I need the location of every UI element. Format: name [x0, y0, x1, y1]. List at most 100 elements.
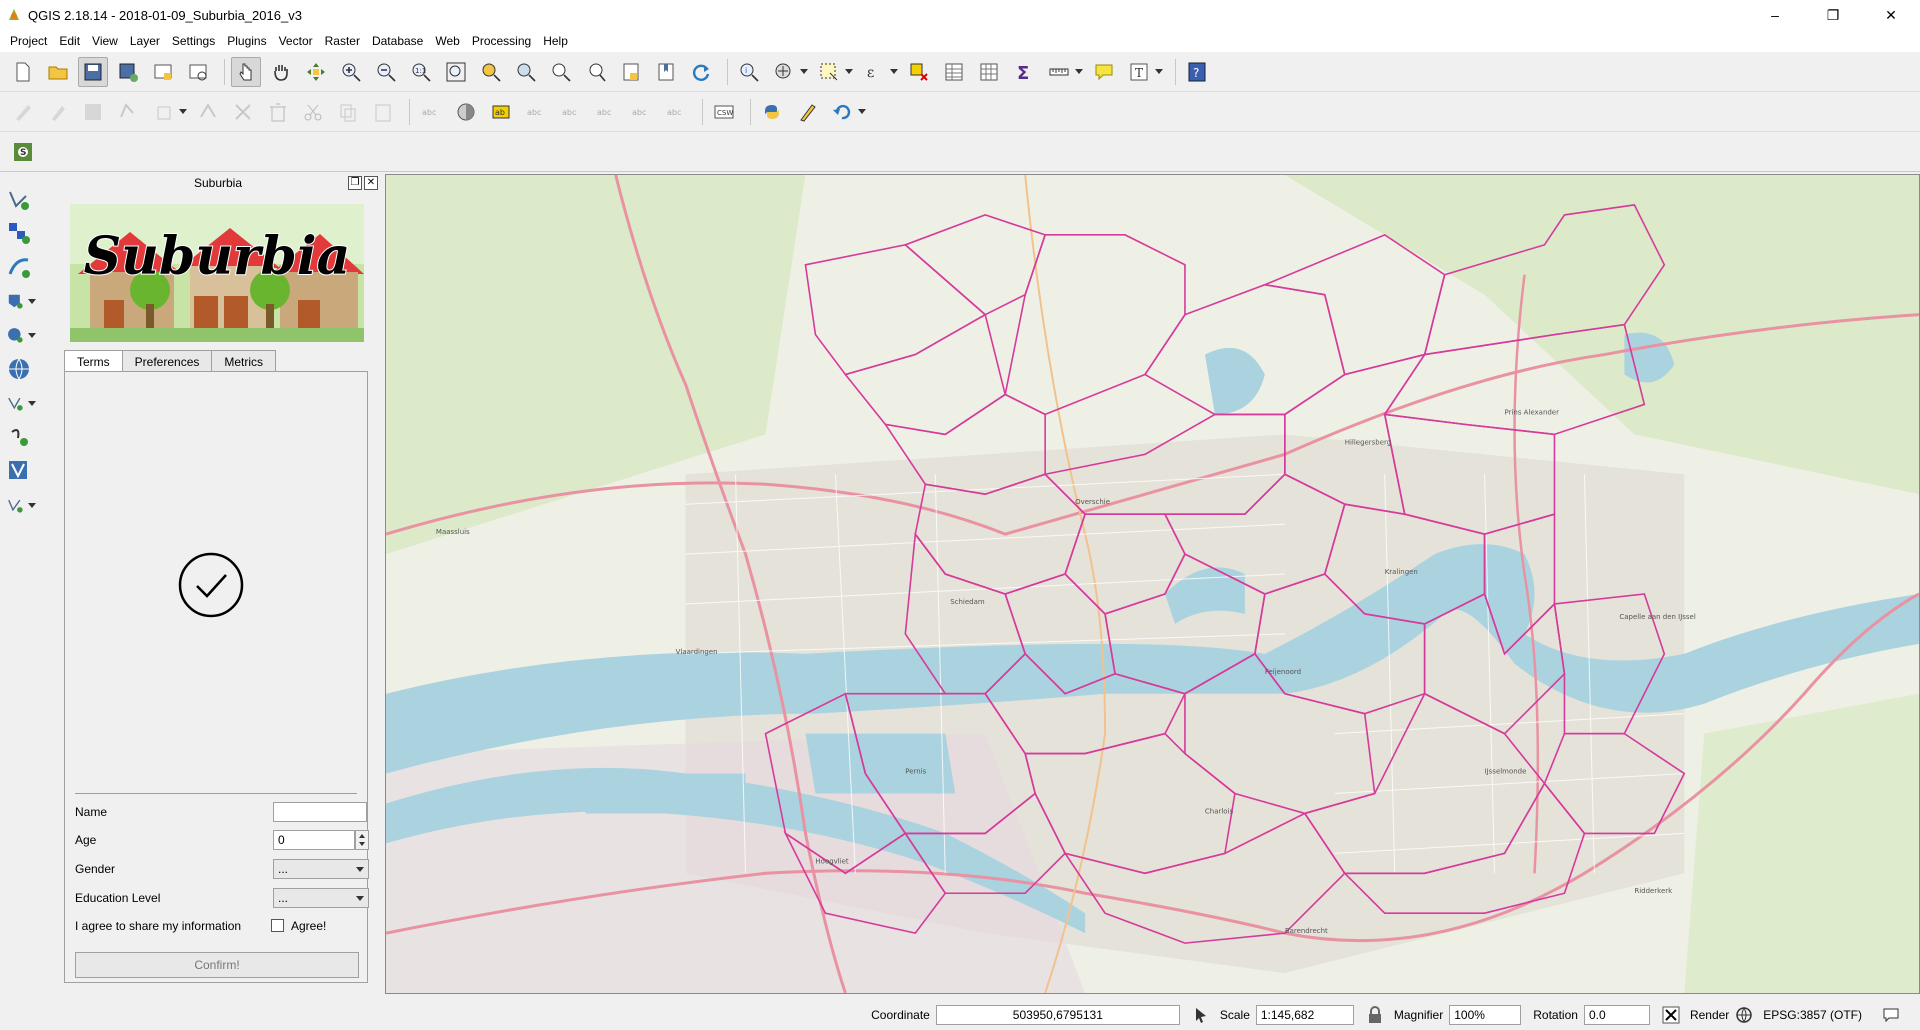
zoom-to-selection-button[interactable]: [476, 57, 506, 87]
confirm-button[interactable]: Confirm!: [75, 952, 359, 978]
coordinate-field[interactable]: 503950,6795131: [935, 1005, 1180, 1025]
zoom-out-button[interactable]: [371, 57, 401, 87]
menu-view[interactable]: View: [86, 30, 124, 52]
undo-dropdown-arrow[interactable]: [858, 109, 866, 114]
metasearch-button[interactable]: CSW: [709, 97, 739, 127]
add-wms-layer-button[interactable]: [0, 284, 42, 318]
save-project-button[interactable]: [78, 56, 108, 87]
open-project-button[interactable]: [43, 57, 73, 87]
text-annotation-button[interactable]: T: [1124, 57, 1154, 87]
zoom-in-button[interactable]: [336, 57, 366, 87]
style-manager-button[interactable]: [451, 97, 481, 127]
dock-close-button[interactable]: ✕: [364, 176, 378, 190]
delimited-dropdown-arrow[interactable]: [28, 400, 36, 406]
suburbia-plugin-button[interactable]: S: [8, 137, 38, 167]
expression-dropdown-arrow[interactable]: [890, 69, 898, 74]
identify-features-button[interactable]: i: [734, 57, 764, 87]
new-vector-dropdown-arrow[interactable]: [28, 502, 36, 508]
map-tips-button[interactable]: [1089, 57, 1119, 87]
add-vector-layer-button[interactable]: [0, 182, 42, 216]
add-virtual-layer-button[interactable]: [0, 454, 42, 488]
new-print-composer-button[interactable]: [148, 57, 178, 87]
touch-zoom-pan-button[interactable]: [231, 56, 261, 87]
action-dropdown-arrow[interactable]: [800, 69, 808, 74]
menu-processing[interactable]: Processing: [466, 30, 537, 52]
menu-edit[interactable]: Edit: [53, 30, 86, 52]
statistical-summary-button[interactable]: Σ: [1009, 57, 1039, 87]
zoom-to-layer-button[interactable]: [511, 57, 541, 87]
agree-checkbox-label[interactable]: Agree!: [291, 919, 326, 933]
tab-terms[interactable]: Terms: [64, 350, 123, 373]
select-features-button[interactable]: [814, 57, 844, 87]
minimize-button[interactable]: –: [1746, 0, 1804, 30]
select-by-expression-button[interactable]: ε: [859, 57, 889, 87]
age-spinbox[interactable]: 0: [273, 830, 355, 850]
age-spin-buttons[interactable]: [355, 830, 369, 850]
menu-vector[interactable]: Vector: [273, 30, 319, 52]
tab-metrics[interactable]: Metrics: [211, 350, 277, 372]
menu-layer[interactable]: Layer: [124, 30, 166, 52]
new-shapefile-button[interactable]: [0, 420, 42, 454]
menu-help[interactable]: Help: [537, 30, 574, 52]
toggle-extents-button[interactable]: [1192, 1006, 1210, 1024]
new-vector-layer-button[interactable]: [0, 488, 42, 522]
gender-combobox[interactable]: ...: [273, 859, 369, 879]
restore-button[interactable]: ❐: [1804, 0, 1862, 30]
toggle-editing-button[interactable]: [43, 97, 73, 127]
zoom-native-button[interactable]: 1:1: [406, 57, 436, 87]
change-label-button[interactable]: abc: [661, 97, 691, 127]
magnifier-spinbox[interactable]: 100%: [1449, 1005, 1522, 1025]
move-dropdown-arrow[interactable]: [179, 109, 187, 114]
save-as-button[interactable]: [113, 57, 143, 87]
run-feature-action-button[interactable]: [769, 57, 799, 87]
select-dropdown-arrow[interactable]: [845, 69, 853, 74]
python-console-button[interactable]: [757, 97, 787, 127]
cut-features-button[interactable]: [298, 97, 328, 127]
attribute-table-button[interactable]: [939, 57, 969, 87]
add-delimited-text-button[interactable]: [0, 386, 42, 420]
add-spatialite-layer-button[interactable]: [0, 250, 42, 284]
menu-web[interactable]: Web: [429, 30, 465, 52]
add-wcs-layer-button[interactable]: [0, 318, 42, 352]
pin-labels-button[interactable]: abc: [521, 97, 551, 127]
zoom-full-button[interactable]: [441, 57, 471, 87]
label-tool-button[interactable]: abc: [416, 97, 446, 127]
copy-features-button[interactable]: [333, 97, 363, 127]
zoom-next-button[interactable]: [581, 57, 611, 87]
show-hide-labels-button[interactable]: abc: [556, 97, 586, 127]
wms-dropdown-arrow[interactable]: [28, 298, 36, 304]
move-feature-button[interactable]: [148, 97, 178, 127]
composer-manager-button[interactable]: [183, 57, 213, 87]
render-checkbox[interactable]: [1662, 1006, 1680, 1024]
pan-to-selection-button[interactable]: [301, 57, 331, 87]
wcs-dropdown-arrow[interactable]: [28, 332, 36, 338]
layer-labeling-button[interactable]: ab: [486, 97, 516, 127]
annotation-dropdown-arrow[interactable]: [1155, 69, 1163, 74]
delete-button[interactable]: [263, 97, 293, 127]
dock-float-button[interactable]: ❐: [348, 176, 362, 190]
measure-line-button[interactable]: [1044, 57, 1074, 87]
pan-map-button[interactable]: [266, 57, 296, 87]
map-canvas[interactable]: Maassluis Vlaardingen Schiedam Capelle a…: [385, 174, 1920, 994]
help-button[interactable]: ?: [1182, 57, 1212, 87]
crs-button[interactable]: [1735, 1006, 1753, 1024]
measure-dropdown-arrow[interactable]: [1075, 69, 1083, 74]
menu-project[interactable]: Project: [4, 30, 53, 52]
paste-features-button[interactable]: [368, 97, 398, 127]
current-edits-button[interactable]: [8, 97, 38, 127]
zoom-last-button[interactable]: [546, 57, 576, 87]
node-tool-button[interactable]: [193, 97, 223, 127]
new-project-button[interactable]: [8, 57, 38, 87]
save-edits-button[interactable]: [78, 97, 108, 127]
add-feature-button[interactable]: [113, 97, 143, 127]
scale-combobox[interactable]: 1:145,682: [1255, 1005, 1354, 1025]
crs-label[interactable]: EPSG:3857 (OTF): [1763, 1008, 1862, 1022]
education-combobox[interactable]: ...: [273, 888, 369, 908]
undo-plugin-button[interactable]: [827, 97, 857, 127]
menu-database[interactable]: Database: [366, 30, 429, 52]
menu-raster[interactable]: Raster: [319, 30, 366, 52]
add-raster-layer-button[interactable]: [0, 216, 42, 250]
pencil-plugin-button[interactable]: [792, 97, 822, 127]
menu-plugins[interactable]: Plugins: [221, 30, 272, 52]
new-bookmark-button[interactable]: [616, 57, 646, 87]
